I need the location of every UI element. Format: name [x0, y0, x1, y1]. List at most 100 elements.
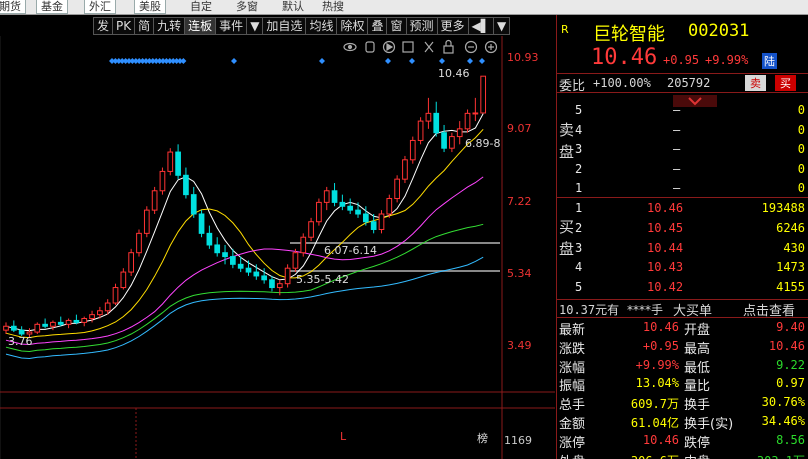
candle-body	[112, 287, 119, 304]
candle-body	[269, 279, 275, 289]
tool-events-dropdown[interactable]: ▼	[247, 17, 264, 35]
bid-price: 10.45	[647, 220, 684, 235]
signal-marker	[180, 58, 187, 64]
tool-ex-rights[interactable]: 除权	[337, 17, 369, 35]
ask-price: –	[673, 181, 681, 195]
y-tick-0: 10.93	[507, 51, 539, 64]
price-change: +0.95	[663, 53, 700, 67]
hand-icon[interactable]	[365, 41, 375, 53]
tool-add-watchlist[interactable]: 加自选	[263, 17, 307, 35]
tool-events[interactable]: 事件	[216, 17, 248, 35]
menu-forex[interactable]: 外汇	[84, 0, 116, 14]
candle-body	[10, 325, 17, 331]
tool-fa[interactable]: 发	[93, 17, 114, 35]
play-icon[interactable]	[382, 40, 396, 54]
candle-body	[65, 319, 72, 325]
y-tick-3: 5.34	[507, 267, 532, 280]
bid-volume: 430	[783, 240, 805, 255]
menu-custom[interactable]: 自定	[186, 0, 216, 14]
menu-default[interactable]: 默认	[278, 0, 308, 14]
candle-body	[370, 221, 377, 230]
stat-row: 外盘 306.6万内盘 303.1万	[557, 450, 808, 459]
ask-row[interactable]: 3 – 0	[557, 140, 808, 160]
candle-body	[183, 174, 189, 196]
candle-body	[347, 205, 354, 211]
commission-diff: 205792	[667, 76, 711, 90]
ask-row[interactable]: 4 – 0	[557, 121, 808, 141]
candle-body	[323, 190, 330, 203]
candle-body	[159, 170, 166, 192]
stat-value: 609.7万	[630, 397, 679, 412]
bid-row[interactable]: 3 10.44 430	[557, 239, 808, 259]
bid-row[interactable]: 1 10.46 193488	[557, 199, 808, 219]
candle-body	[57, 321, 64, 325]
stat-label: 换手(实)	[684, 417, 734, 432]
candle-body	[355, 209, 361, 215]
menu-hot-search[interactable]: 热搜	[318, 0, 348, 14]
candle-body	[143, 209, 150, 234]
y-tick-1: 9.07	[507, 122, 532, 135]
signal-marker	[385, 58, 391, 64]
tool-forecast[interactable]: 预测	[406, 17, 438, 35]
candle-body	[276, 283, 283, 289]
stat-label: 总手	[559, 398, 586, 414]
ask-level: 1	[575, 181, 583, 195]
stat-row: 涨停 10.46 跌停 8.56	[557, 431, 808, 451]
volume-tick: 1169	[504, 434, 532, 447]
menu-funds[interactable]: 基金	[36, 0, 68, 14]
marker-list-badge[interactable]: 榜	[477, 431, 488, 445]
plus-icon[interactable]	[484, 40, 498, 54]
bid-row[interactable]: 5 10.42 4155	[557, 278, 808, 298]
candle-body	[190, 194, 197, 215]
menu-us-stocks[interactable]: 美股	[134, 0, 166, 14]
candle-body	[222, 252, 228, 258]
tool-pk[interactable]: PK	[113, 17, 136, 35]
quote-panel: R 巨轮智能 002031 10.46 +0.95 +9.99% 陆 委比 +1…	[556, 15, 808, 459]
candle-body	[284, 267, 291, 285]
menu-multi-window[interactable]: 多窗	[232, 0, 262, 14]
ask-row[interactable]: 2 – 0	[557, 160, 808, 180]
stat-label: 涨跌	[559, 341, 586, 357]
scissors-icon[interactable]	[424, 41, 434, 53]
lock-icon[interactable]	[443, 39, 454, 54]
ask-volume: 0	[797, 181, 805, 195]
tool-dropdown-icon[interactable]: ▼	[494, 17, 511, 35]
kline-chart[interactable]: 10.93 9.07 7.22 5.34 3.49 1169 10.46 6.8…	[0, 36, 555, 459]
tool-limit-up-board[interactable]: 连板	[185, 17, 217, 35]
bid-row[interactable]: 2 10.45 6246	[557, 219, 808, 239]
signal-marker	[439, 58, 445, 64]
annotation-high: 10.46	[438, 67, 470, 80]
signal-marker	[479, 58, 485, 64]
tool-nine-turn[interactable]: 九转	[154, 17, 186, 35]
bid-row[interactable]: 4 10.43 1473	[557, 258, 808, 278]
candle-body	[464, 112, 471, 130]
ask-row[interactable]: 1 – 0	[557, 179, 808, 199]
stat-row: 总手 609.7万 换手 30.76%	[557, 393, 808, 414]
box-icon[interactable]	[402, 41, 414, 53]
buy-button[interactable]: 买	[775, 75, 796, 91]
signal-marker	[319, 58, 325, 64]
stat-value: 61.04亿	[630, 416, 679, 430]
tool-overlay[interactable]: 叠	[368, 17, 388, 35]
tool-simple[interactable]: 简	[135, 17, 155, 35]
candle-body	[34, 323, 41, 333]
candle-body	[206, 232, 213, 246]
hk-connect-badge: 陆	[762, 53, 777, 69]
ask-row[interactable]: 5 – 0	[557, 101, 808, 121]
tool-collapse-icon[interactable]: ◀▌	[468, 17, 494, 35]
candle-body	[175, 151, 181, 176]
tool-more[interactable]: 更多	[437, 17, 469, 35]
menu-futures[interactable]: 期货	[0, 0, 26, 14]
sell-button[interactable]: 卖	[745, 75, 766, 91]
candle-body	[402, 159, 408, 180]
stat-label: 量比	[684, 379, 711, 395]
minus-circle-icon[interactable]	[464, 40, 478, 54]
eye-icon[interactable]	[343, 42, 357, 52]
bid-volume: 4155	[776, 280, 805, 295]
commission-ratio-value: +100.00%	[593, 76, 651, 90]
tool-moving-average[interactable]: 均线	[306, 17, 338, 35]
stat-label: 最低	[684, 360, 711, 376]
ask-level: 3	[575, 142, 583, 156]
stat-value: 30.76%	[761, 395, 805, 410]
tool-window[interactable]: 窗	[387, 17, 407, 35]
